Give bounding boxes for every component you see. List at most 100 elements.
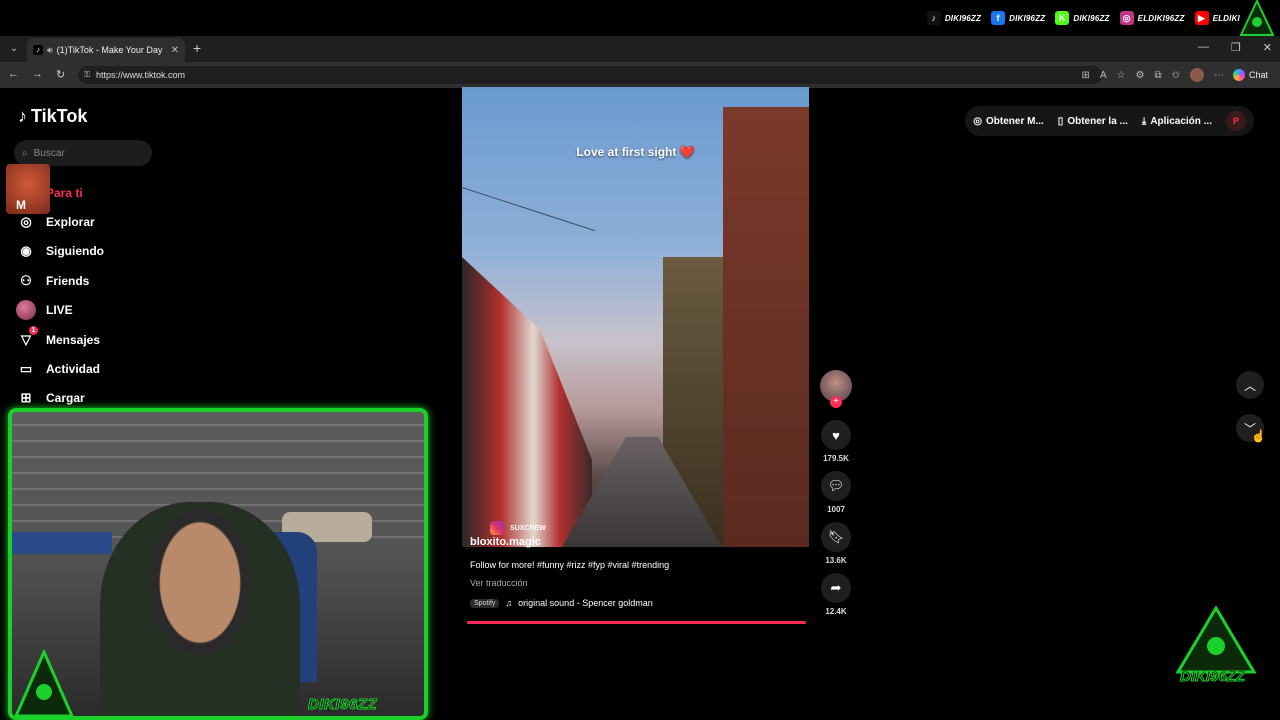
top-action-button[interactable]: ⤓ Aplicación ...	[1142, 116, 1212, 127]
translate-icon[interactable]: A	[1100, 70, 1107, 81]
extensions-icon[interactable]: ⚙	[1136, 70, 1145, 81]
top-action-label: Obtener M...	[986, 115, 1044, 127]
previous-video-chevron-up-icon[interactable]: ︿	[1236, 371, 1264, 399]
more-menu-icon[interactable]: ⋯	[1214, 70, 1224, 81]
streetcar	[462, 257, 592, 547]
site-info-icon[interactable]: ⚿	[84, 66, 90, 84]
sound-row[interactable]: Spotify ♫ original sound - Spencer goldm…	[470, 598, 830, 608]
nav-live[interactable]: LIVE	[16, 296, 196, 325]
profile-avatar[interactable]: P	[1226, 111, 1246, 131]
video-author[interactable]: bloxito.magic	[470, 536, 830, 548]
tiktok-logo[interactable]: ♪ TikTok	[18, 106, 87, 127]
spotify-badge[interactable]: Spotify	[470, 598, 500, 608]
restore-icon[interactable]: ❐	[1231, 41, 1241, 54]
browser-tab-bar: ⌄ ♪ 🔊︎ (1)TikTok - Make Your Day ✕ + — ❐…	[0, 36, 1280, 62]
nav-siguiendo[interactable]: ◉ Siguiendo	[16, 237, 196, 266]
top-action-label: Obtener la ...	[1067, 115, 1128, 127]
search-input[interactable]: ⌕ Buscar	[14, 140, 152, 166]
bookmark-icon[interactable]: 🔖︎	[821, 522, 851, 552]
social-handle: f DIKI96ZZ	[991, 11, 1045, 25]
speaker-icon[interactable]: 🔊︎	[47, 45, 53, 56]
nav-label: Explorar	[46, 215, 95, 230]
address-bar-actions: ⊞ A ☆ ⚙ ⧉ ✩ ⋯	[1081, 68, 1224, 82]
copilot-icon	[1232, 69, 1245, 81]
top-action-label: Aplicación ...	[1150, 115, 1212, 127]
video-actions: + ♥ 179.5K 💬︎ 1007 🔖︎ 13.6K ➦ 12.4K	[818, 370, 854, 624]
stream-alert-avatar: M	[6, 164, 50, 214]
comment-action[interactable]: 💬︎ 1007	[818, 471, 854, 514]
tab-actions-chevron-icon[interactable]: ⌄	[6, 41, 22, 57]
social-handle: ◎ ELDIKI96ZZ	[1119, 11, 1185, 25]
share-icon[interactable]: ➦	[821, 573, 851, 603]
like-count: 179.5K	[823, 454, 849, 463]
social-handles: ♪ DIKI96ZZ f DIKI96ZZ K DIKI96ZZ ◎ ELDIKI96ZZ ▶ E…	[926, 11, 1240, 25]
window-controls: — ❐ ✕	[1198, 41, 1272, 54]
split-screen-icon[interactable]: ⧉	[1154, 70, 1161, 81]
social-handle-text: DIKI96ZZ	[1073, 13, 1110, 23]
compass-icon: ◎	[20, 214, 32, 230]
share-action[interactable]: ➦ 12.4K	[818, 573, 854, 616]
nav-mensajes[interactable]: ▽ 1 Mensajes	[16, 325, 196, 354]
search-placeholder: Buscar	[33, 147, 65, 159]
social-handle-text: DIKI96ZZ	[1009, 13, 1046, 23]
chat-label: Chat	[1248, 70, 1268, 80]
window-close-icon[interactable]: ✕	[1263, 41, 1272, 54]
brick-building	[723, 107, 809, 547]
refresh-icon[interactable]: ↻	[56, 68, 65, 81]
streamer-logo-icon	[14, 650, 74, 718]
nav-label: Actividad	[46, 362, 101, 377]
video-player[interactable]: Love at first sight ❤️ SUXCREW	[462, 87, 809, 547]
creator-avatar[interactable]: +	[820, 370, 852, 408]
social-handle: K DIKI96ZZ	[1055, 11, 1109, 25]
social-handle-text: ELDIKI96ZZ	[1137, 13, 1185, 23]
social-handle-text: DIKI96ZZ	[944, 13, 982, 23]
mouse-cursor-icon: ☝	[1251, 429, 1266, 443]
comment-icon[interactable]: 💬︎	[821, 471, 851, 501]
stream-overlay-top: ♪ DIKI96ZZ f DIKI96ZZ K DIKI96ZZ ◎ ELDIKI96ZZ ▶ E…	[0, 0, 1280, 36]
streamer-logo-icon	[1240, 0, 1274, 36]
favorites-icon[interactable]: ✩	[1172, 70, 1180, 81]
heart-icon[interactable]: ♥	[821, 420, 851, 450]
instagram-watermark: SUXCREW	[490, 521, 546, 535]
social-handle-text: ELDIKI	[1212, 13, 1240, 23]
nav-label: Cargar	[46, 391, 85, 406]
tiktok-note-icon: ♪	[18, 106, 27, 126]
app-available-icon[interactable]: ⊞	[1081, 70, 1089, 81]
social-handle: ♪ DIKI96ZZ	[926, 11, 982, 25]
top-action-button[interactable]: ◎ Obtener M...	[973, 116, 1044, 127]
comment-count: 1007	[827, 505, 845, 514]
save-action[interactable]: 🔖︎ 13.6K	[818, 522, 854, 565]
nav-actividad[interactable]: ▭ Actividad	[16, 354, 196, 383]
top-actions-bar: ◎ Obtener M... ▯ Obtener la ... ⤓ Aplicación …	[965, 106, 1254, 136]
tiktok-icon: ♪	[926, 11, 941, 25]
browser-tab-tiktok[interactable]: ♪ 🔊︎ (1)TikTok - Make Your Day ✕	[27, 38, 185, 62]
video-caption-overlay: Love at first sight ❤️	[576, 145, 695, 159]
back-arrow-icon[interactable]: ←	[8, 68, 19, 80]
friends-icon: ⚇	[20, 272, 32, 288]
copilot-chat-button[interactable]: Chat	[1227, 66, 1274, 84]
following-icon: ◉	[20, 243, 32, 259]
new-tab-plus-icon[interactable]: +	[193, 41, 201, 55]
browser-profile-avatar[interactable]	[1190, 68, 1204, 82]
overhead-wire	[462, 187, 596, 232]
top-action-button[interactable]: ▯ Obtener la ...	[1058, 116, 1128, 127]
nav-friends[interactable]: ⚇ Friends	[16, 266, 196, 295]
favorite-star-icon[interactable]: ☆	[1117, 70, 1126, 81]
save-count: 13.6K	[825, 556, 847, 565]
social-handle: ▶ ELDIKI	[1194, 11, 1240, 25]
tab-close-icon[interactable]: ✕	[171, 45, 179, 56]
like-action[interactable]: ♥ 179.5K	[818, 420, 854, 463]
live-icon	[16, 300, 36, 321]
follow-plus-icon[interactable]: +	[830, 396, 842, 408]
forward-arrow-icon[interactable]: →	[32, 68, 43, 80]
url-text: https://www.tiktok.com	[96, 70, 186, 80]
translate-link[interactable]: Ver traducción	[470, 578, 830, 588]
url-field[interactable]: ⚿ https://www.tiktok.com	[78, 66, 1102, 84]
webcam-streamer-name: DIKI96ZZ	[307, 696, 378, 714]
upload-icon: ⊞	[20, 390, 32, 406]
video-progress-bar[interactable]	[467, 621, 806, 624]
phone-icon: ▯	[1057, 115, 1064, 127]
minimize-icon[interactable]: —	[1198, 41, 1209, 54]
tiktok-favicon-icon: ♪	[33, 45, 43, 55]
top-actions-list: ◎ Obtener M... ▯ Obtener la ... ⤓ Aplicación …	[973, 116, 1212, 127]
